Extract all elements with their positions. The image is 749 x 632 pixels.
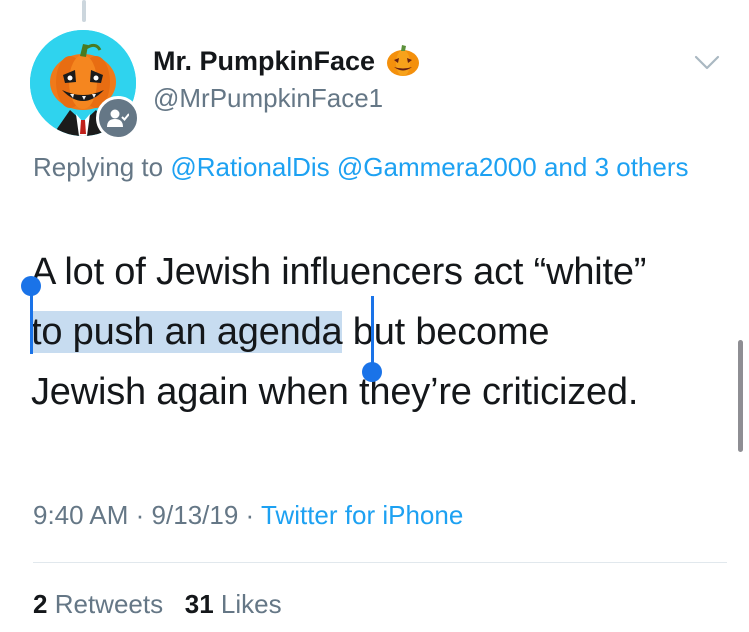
tweet-time: 9:40 AM <box>33 500 129 530</box>
display-name-text: Mr. PumpkinFace <box>153 45 376 76</box>
replying-others-link[interactable]: 3 others <box>595 152 689 182</box>
replying-and[interactable]: and <box>544 152 587 182</box>
meta-separator: · <box>245 500 255 530</box>
tweet-date: 9/13/19 <box>151 500 239 530</box>
selected-text[interactable]: to push an agenda <box>31 311 343 353</box>
chevron-down-icon[interactable] <box>691 50 723 74</box>
tweet-stats: 2 Retweets 31 Likes <box>33 589 282 620</box>
scrollbar[interactable] <box>738 340 743 452</box>
replying-prefix: Replying to <box>33 152 164 182</box>
user-follow-icon <box>107 109 129 127</box>
retweets-count: 2 <box>33 589 48 619</box>
likes-count: 31 <box>184 589 214 619</box>
meta-separator: · <box>135 500 145 530</box>
replying-to: Replying to @RationalDis @Gammera2000 an… <box>33 146 723 189</box>
retweets-label: Retweets <box>54 589 164 619</box>
likes-label: Likes <box>220 589 282 619</box>
thread-connector-line <box>82 0 86 22</box>
likes-stat[interactable]: 31 Likes <box>185 589 282 619</box>
tweet-line-2: to push an agenda but become <box>31 302 731 362</box>
jack-o-lantern-icon <box>385 43 421 79</box>
follow-status-badge <box>96 96 140 140</box>
tweet-body[interactable]: A lot of Jewish influencers act “white” … <box>31 242 731 422</box>
selection-end-knob[interactable] <box>362 362 382 382</box>
tweet-line-1-text: A lot of Jewish influencers act “white” <box>31 251 647 293</box>
tweet-line-1: A lot of Jewish influencers act “white” <box>31 242 731 302</box>
retweets-stat[interactable]: 2 Retweets <box>33 589 163 619</box>
selection-end-handle[interactable] <box>371 296 374 368</box>
tweet-metadata: 9:40 AM · 9/13/19 · Twitter for iPhone <box>33 500 463 531</box>
divider <box>33 562 727 563</box>
tweet-source-link[interactable]: Twitter for iPhone <box>261 500 463 530</box>
display-name[interactable]: Mr. PumpkinFace <box>153 43 421 79</box>
tweet-line-3-text: Jewish again when they’re criticized. <box>31 371 639 413</box>
mention-rationaldis[interactable]: @RationalDis <box>170 152 329 182</box>
mention-gammera2000[interactable]: @Gammera2000 <box>337 152 537 182</box>
selection-start-handle[interactable] <box>30 290 33 354</box>
user-handle[interactable]: @MrPumpkinFace1 <box>153 83 383 114</box>
